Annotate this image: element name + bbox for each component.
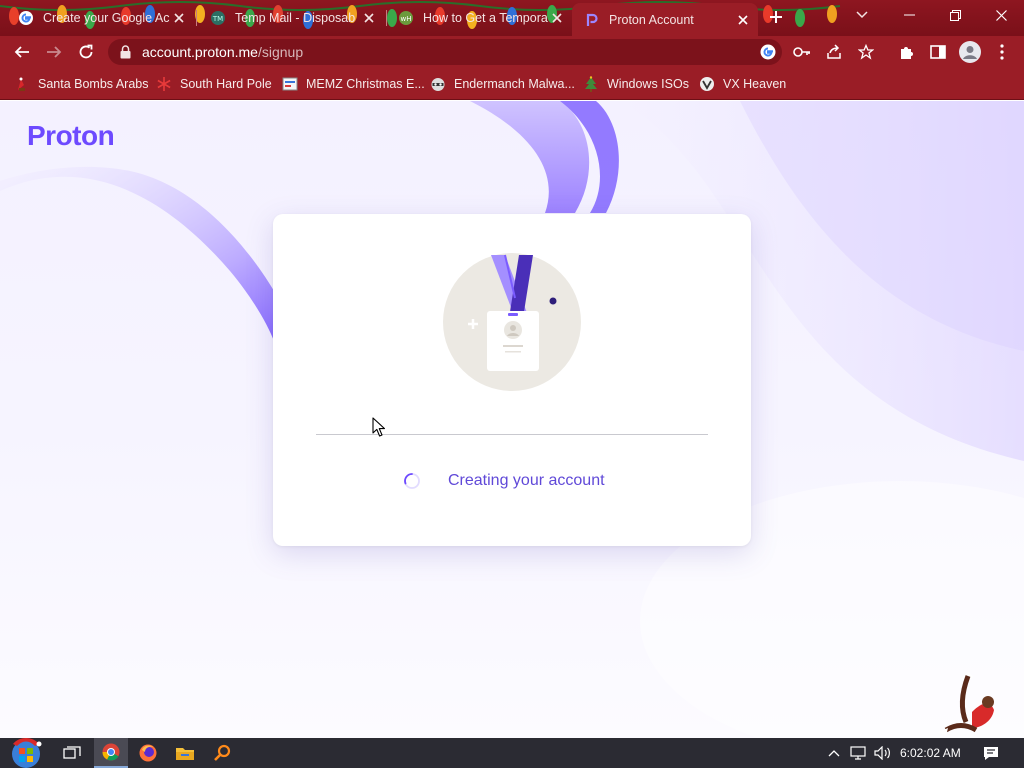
status-text: Creating your account xyxy=(448,472,605,489)
tab-close-icon[interactable] xyxy=(360,9,378,27)
proton-logo[interactable]: Proton xyxy=(27,120,115,152)
memz-icon xyxy=(282,77,298,91)
tray-chevron-icon[interactable] xyxy=(824,738,844,768)
network-icon[interactable] xyxy=(848,738,870,768)
bookmarks-bar: Santa Bombs Arabs South Hard Pole MEMZ C… xyxy=(0,68,1024,100)
volume-icon[interactable] xyxy=(872,738,894,768)
tab-google-account[interactable]: Create your Google Ac xyxy=(6,4,194,32)
menu-icon[interactable] xyxy=(990,40,1014,64)
wikihow-icon: wH xyxy=(399,11,413,25)
bookmark-south-hard-pole[interactable]: South Hard Pole xyxy=(156,75,272,93)
bookmark-label: MEMZ Christmas E... xyxy=(306,77,425,91)
mouse-cursor-icon xyxy=(372,417,386,437)
tab-separator xyxy=(196,10,197,26)
bookmark-endermanch-malware[interactable]: Endermanch Malwa... xyxy=(430,75,575,93)
bookmark-label: South Hard Pole xyxy=(180,77,272,91)
id-badge-illustration xyxy=(443,253,581,391)
restore-icon[interactable] xyxy=(932,0,978,30)
tab-temp-mail[interactable]: TM Temp Mail - Disposab xyxy=(198,4,384,32)
share-icon[interactable] xyxy=(822,40,846,64)
tab-title: How to Get a Tempora xyxy=(423,11,548,25)
back-icon[interactable] xyxy=(10,40,34,64)
svg-text:wH: wH xyxy=(401,15,412,23)
start-icon[interactable] xyxy=(4,738,48,768)
close-icon[interactable] xyxy=(978,0,1024,30)
url-host: account.proton.me xyxy=(142,44,258,60)
search-app-icon[interactable] xyxy=(206,738,238,768)
loading-spinner-icon xyxy=(404,473,420,489)
tree-icon xyxy=(585,76,597,92)
address-url: account.proton.me/signup xyxy=(142,44,303,60)
firefox-icon[interactable] xyxy=(132,738,164,768)
svg-text:TM: TM xyxy=(212,15,223,23)
forward-icon[interactable] xyxy=(42,40,66,64)
tab-proton-account[interactable]: Proton Account xyxy=(572,3,758,36)
lock-icon[interactable] xyxy=(120,45,131,59)
bookmark-vx-heaven[interactable]: VX Heaven xyxy=(699,75,786,93)
proton-icon xyxy=(586,13,598,26)
bookmark-label: Endermanch Malwa... xyxy=(454,77,575,91)
bookmark-label: Santa Bombs Arabs xyxy=(38,77,149,91)
santa-icon xyxy=(18,77,25,91)
account-creation-status: Creating your account xyxy=(403,472,605,490)
vx-icon xyxy=(700,77,714,91)
tab-title: Proton Account xyxy=(609,12,694,27)
tab-title: Temp Mail - Disposab xyxy=(235,11,356,25)
reload-icon[interactable] xyxy=(74,40,98,64)
browser-toolbar: account.proton.me/signup xyxy=(0,36,1024,68)
signup-card: Creating your account xyxy=(273,214,751,546)
chrome-icon[interactable] xyxy=(94,738,128,768)
extensions-icon[interactable] xyxy=(894,40,918,64)
tab-close-icon[interactable] xyxy=(734,11,752,29)
signup-page: Proton Creating your account xyxy=(0,101,1024,738)
bookmark-windows-isos[interactable]: Windows ISOs xyxy=(583,75,689,93)
tab-close-icon[interactable] xyxy=(170,9,188,27)
side-panel-icon[interactable] xyxy=(926,40,950,64)
notifications-icon[interactable] xyxy=(978,738,1004,768)
raccoon-icon xyxy=(431,78,445,91)
bookmark-santa-bombs-arabs[interactable]: Santa Bombs Arabs xyxy=(14,75,148,93)
address-bar[interactable]: account.proton.me/signup xyxy=(108,39,782,65)
bookmark-label: VX Heaven xyxy=(723,77,787,91)
taskbar-clock[interactable]: 6:02:02 AM xyxy=(900,746,961,760)
google-icon xyxy=(19,11,33,25)
dancing-figure-decoration xyxy=(938,672,994,736)
task-view-icon[interactable] xyxy=(56,738,88,768)
minimize-icon[interactable] xyxy=(886,0,932,30)
key-icon[interactable] xyxy=(790,40,814,64)
tab-title: Create your Google Ac xyxy=(43,11,170,25)
plus-icon[interactable] xyxy=(764,5,788,29)
chevron-down-icon[interactable] xyxy=(850,3,874,27)
tab-strip: Create your Google Ac TM Temp Mail - Dis… xyxy=(0,0,1024,36)
bookmark-label: Windows ISOs xyxy=(607,77,689,91)
tab-wikihow[interactable]: wH How to Get a Tempora xyxy=(386,4,572,32)
profile-icon[interactable] xyxy=(958,40,982,64)
tab-close-icon[interactable] xyxy=(548,9,566,27)
windows-taskbar: 6:02:02 AM xyxy=(0,738,1024,768)
snowflake-icon xyxy=(157,77,171,91)
google-lens-icon[interactable] xyxy=(756,40,780,64)
bookmark-memz-christmas[interactable]: MEMZ Christmas E... xyxy=(282,75,425,93)
tempmail-icon: TM xyxy=(211,11,225,25)
url-path: /signup xyxy=(257,44,304,60)
star-icon[interactable] xyxy=(854,40,878,64)
file-explorer-icon[interactable] xyxy=(168,738,202,768)
